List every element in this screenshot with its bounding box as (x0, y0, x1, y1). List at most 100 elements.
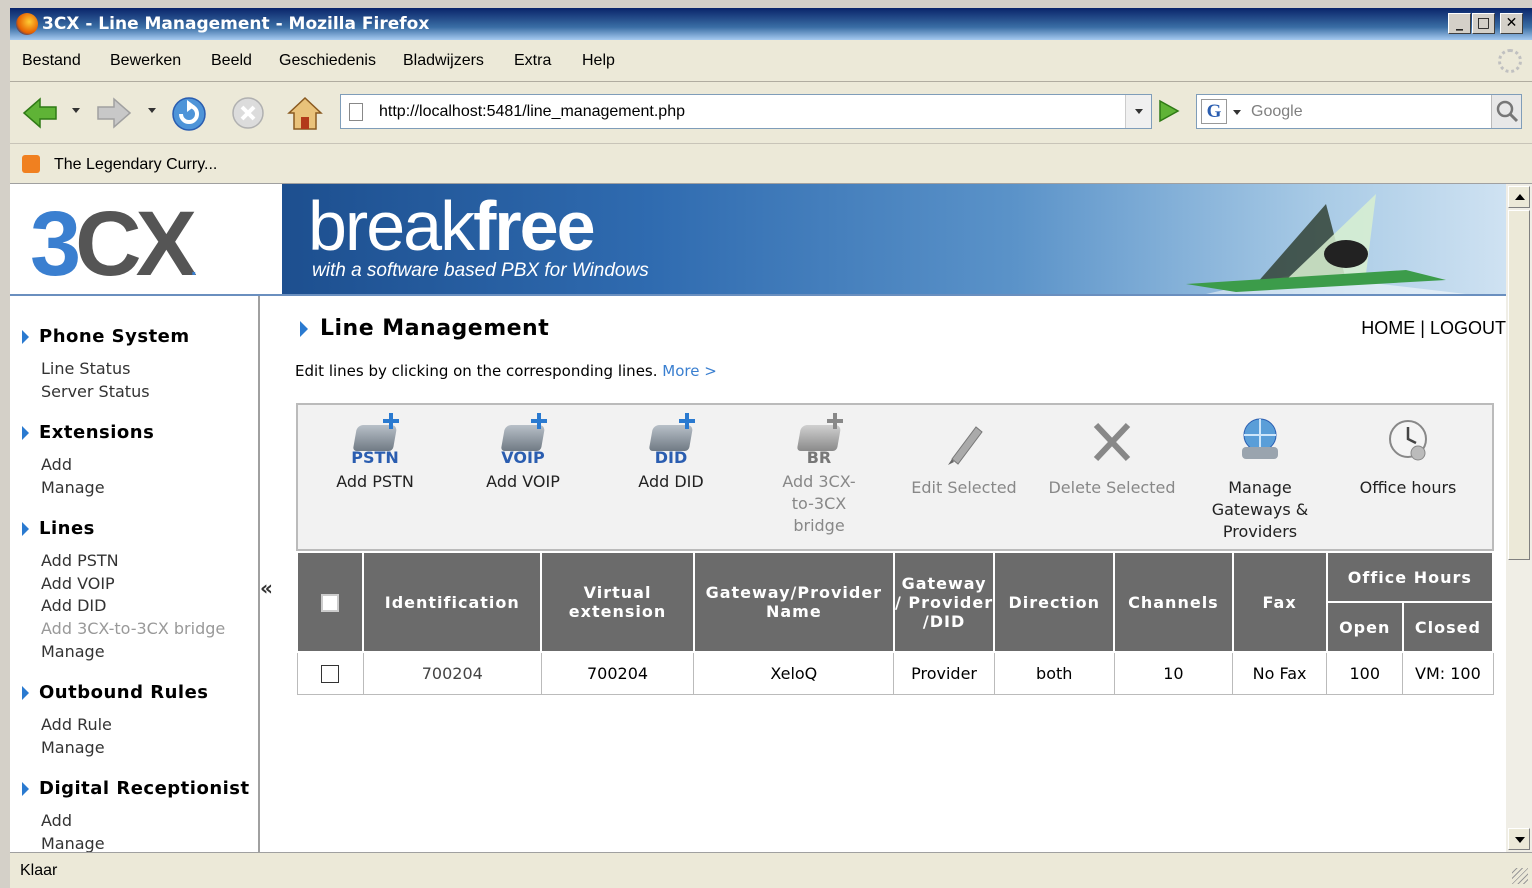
cell-fax[interactable]: No Fax (1232, 651, 1328, 695)
banner-tagline: with a software based PBX for Windows (312, 260, 649, 281)
menu-geschiedenis[interactable]: Geschiedenis (279, 52, 376, 70)
go-arrow-icon[interactable] (1156, 98, 1182, 124)
url-input[interactable]: http://localhost:5481/line_management.ph… (379, 103, 685, 121)
sidebar-section-extensions[interactable]: Extensions (22, 422, 154, 443)
menu-bestand[interactable]: Bestand (22, 52, 81, 70)
more-link[interactable]: More > (662, 362, 717, 380)
url-history-dropdown[interactable] (1125, 95, 1151, 128)
col-direction[interactable]: Direction (993, 551, 1116, 653)
cell-gateway-type[interactable]: Provider (893, 651, 995, 695)
search-input[interactable]: Google (1251, 103, 1303, 121)
forward-arrow-icon[interactable] (96, 95, 132, 131)
page-icon (349, 103, 363, 121)
sidebar-item-manage-rules[interactable]: Manage (41, 738, 105, 757)
did-gateway-icon: DID (643, 413, 699, 469)
sidebar-item-manage-extensions[interactable]: Manage (41, 478, 105, 497)
sidebar: Phone System Line Status Server Status E… (10, 296, 260, 852)
row-checkbox[interactable] (321, 665, 340, 683)
google-engine-icon[interactable]: G (1201, 99, 1227, 124)
clock-icon (1389, 420, 1427, 461)
sidebar-item-add-bridge: Add 3CX-to-3CX bridge (41, 619, 226, 638)
manage-gateways-button[interactable]: Manage Gateways & Providers (1185, 413, 1335, 543)
3cx-logo[interactable]: 3CX. (30, 192, 197, 297)
select-all-checkbox[interactable] (321, 593, 340, 612)
cell-direction[interactable]: both (993, 651, 1115, 695)
office-hours-button[interactable]: Office hours (1333, 413, 1483, 499)
row-select-cell (296, 651, 364, 695)
collapse-sidebar-button[interactable]: « (260, 576, 278, 600)
window-titlebar: 3CX - Line Management - Mozilla Firefox … (10, 8, 1532, 40)
menu-beeld[interactable]: Beeld (211, 52, 252, 70)
sidebar-section-lines[interactable]: Lines (22, 518, 95, 539)
search-box[interactable]: G Google (1196, 94, 1522, 129)
close-button[interactable]: ✕ (1500, 13, 1523, 34)
sidebar-section-outbound-rules[interactable]: Outbound Rules (22, 682, 209, 703)
add-did-button[interactable]: DID Add DID (596, 413, 746, 493)
sidebar-item-add-did[interactable]: Add DID (41, 596, 106, 615)
url-bar[interactable]: http://localhost:5481/line_management.ph… (340, 94, 1152, 129)
menu-help[interactable]: Help (582, 52, 615, 70)
cell-identification[interactable]: 700204 (362, 651, 542, 695)
minimize-button[interactable]: _ (1448, 13, 1471, 34)
line-actions-toolbar: PSTN Add PSTN VOIP Add VOIP DID Add DID … (296, 403, 1494, 551)
menu-bewerken[interactable]: Bewerken (110, 52, 181, 70)
sidebar-item-add-extension[interactable]: Add (41, 455, 72, 474)
add-voip-button[interactable]: VOIP Add VOIP (448, 413, 598, 493)
menu-bladwijzers[interactable]: Bladwijzers (403, 52, 484, 70)
col-fax[interactable]: Fax (1231, 551, 1328, 653)
bookmark-legendary-curry[interactable]: The Legendary Curry... (54, 156, 217, 174)
search-engine-dropdown-icon[interactable] (1233, 110, 1241, 115)
windsurfer-image (1186, 194, 1466, 294)
col-closed[interactable]: Closed (1401, 601, 1495, 653)
add-pstn-button[interactable]: PSTN Add PSTN (300, 413, 450, 493)
vertical-scrollbar[interactable] (1506, 184, 1532, 852)
menu-extra[interactable]: Extra (514, 52, 551, 70)
sidebar-section-digital-receptionist[interactable]: Digital Receptionist (22, 778, 250, 799)
pencil-icon (948, 426, 983, 465)
firefox-icon (16, 13, 38, 35)
col-identification[interactable]: Identification (362, 551, 543, 653)
reload-icon[interactable] (170, 95, 208, 133)
scroll-up-button[interactable] (1508, 186, 1530, 208)
sidebar-item-manage-receptionist[interactable]: Manage (41, 834, 105, 852)
logout-link[interactable]: LOGOUT (1430, 318, 1506, 338)
col-office-hours: Office Hours (1325, 551, 1495, 603)
cell-closed[interactable]: VM: 100 (1402, 651, 1494, 695)
main-content: Line Management HOME | LOGOUT Edit lines… (282, 296, 1506, 852)
cell-virtual-extension[interactable]: 700204 (540, 651, 695, 695)
home-link[interactable]: HOME (1361, 318, 1415, 338)
col-gateway-did[interactable]: Gateway / Provider /DID (892, 551, 996, 653)
table-row[interactable]: 700204 700204 XeloQ Provider both 10 No … (296, 651, 1494, 695)
home-icon[interactable] (286, 95, 324, 131)
back-arrow-icon[interactable] (22, 95, 58, 131)
sidebar-section-phone-system[interactable]: Phone System (22, 326, 190, 347)
stop-icon[interactable] (230, 95, 266, 131)
cell-channels[interactable]: 10 (1113, 651, 1234, 695)
bridge-gateway-icon: BR (791, 413, 847, 469)
page-viewport: 3CX. breakfree with a software based PBX… (10, 184, 1506, 852)
pstn-gateway-icon: PSTN (347, 413, 403, 469)
activity-throbber-icon (1498, 49, 1522, 73)
cell-gateway-name[interactable]: XeloQ (693, 651, 895, 695)
scroll-down-button[interactable] (1508, 828, 1530, 850)
scrollbar-thumb[interactable] (1508, 210, 1530, 560)
maximize-button[interactable]: □ (1472, 13, 1495, 34)
sidebar-item-add-voip[interactable]: Add VOIP (41, 574, 115, 593)
col-open[interactable]: Open (1325, 601, 1404, 653)
sidebar-item-add-receptionist[interactable]: Add (41, 811, 72, 830)
resize-grip-icon[interactable] (1512, 868, 1528, 884)
status-bar: Klaar (10, 852, 1532, 888)
delete-x-icon (1093, 422, 1131, 462)
sidebar-item-add-rule[interactable]: Add Rule (41, 715, 112, 734)
forward-history-dropdown-icon[interactable] (148, 108, 156, 113)
sidebar-item-add-pstn[interactable]: Add PSTN (41, 551, 119, 570)
sidebar-item-server-status[interactable]: Server Status (41, 382, 150, 401)
sidebar-item-line-status[interactable]: Line Status (41, 359, 130, 378)
cell-open[interactable]: 100 (1326, 651, 1404, 695)
col-channels[interactable]: Channels (1113, 551, 1234, 653)
sidebar-item-manage-lines[interactable]: Manage (41, 642, 105, 661)
col-gateway-name[interactable]: Gateway/Provider Name (692, 551, 895, 653)
col-virtual-extension[interactable]: Virtual extension (540, 551, 695, 653)
search-button[interactable] (1491, 95, 1521, 128)
back-history-dropdown-icon[interactable] (72, 108, 80, 113)
